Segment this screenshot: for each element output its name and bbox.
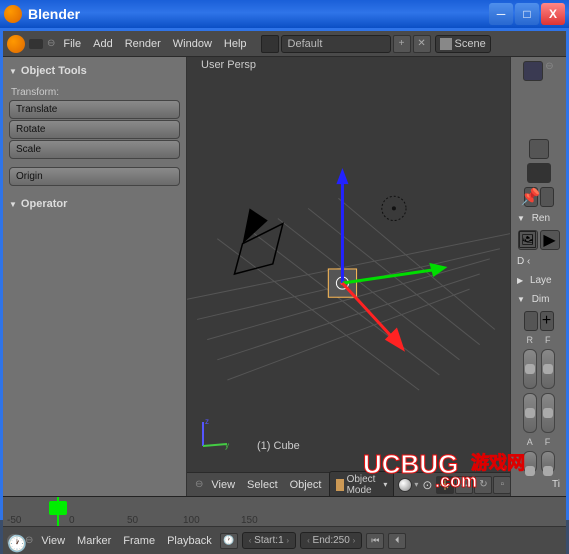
timeline-frame-menu[interactable]: Frame [119, 533, 159, 549]
aspect-x-slider[interactable] [523, 451, 537, 473]
blender-logo-icon [7, 35, 25, 53]
collapse-icon[interactable]: ⊖ [47, 38, 55, 49]
timeline-header: 🕐 ⊖ View Marker Frame Playback 🕐 ‹ Start… [3, 527, 566, 554]
object-tools-header[interactable]: Object Tools [7, 61, 182, 81]
outliner-icon[interactable] [523, 61, 543, 81]
fps-base-slider[interactable] [541, 393, 555, 433]
camera-wireframe [234, 208, 282, 274]
collapse-menu-icon[interactable]: ⊖ [195, 479, 203, 490]
manipulator-gizmo [336, 168, 447, 352]
svg-text:z: z [205, 417, 209, 426]
lamp-icon [382, 196, 406, 220]
start-slider[interactable] [541, 451, 555, 473]
render-tab-icon[interactable] [527, 163, 551, 183]
properties-editor-icon[interactable] [529, 139, 549, 159]
pivot-dropdown[interactable]: ⊙ [422, 478, 432, 492]
scene-name: Scene [455, 38, 486, 50]
menu-add[interactable]: Add [89, 36, 117, 52]
minimize-button[interactable]: ─ [489, 3, 513, 25]
timeline-collapse-icon[interactable]: ⊖ [25, 535, 33, 546]
tick: 150 [241, 515, 258, 526]
timeline-editor-icon[interactable]: 🕐 [7, 534, 21, 548]
framerange-label: F [545, 437, 551, 447]
scale-button[interactable]: Scale [9, 140, 180, 159]
window-titlebar: Blender ─ □ X [0, 0, 569, 28]
menu-window[interactable]: Window [169, 36, 216, 52]
menu-render[interactable]: Render [121, 36, 165, 52]
tick: -50 [7, 515, 21, 526]
viewport-grid [187, 57, 510, 441]
pin-icon[interactable]: 📌 [524, 187, 538, 207]
dimensions-panel-header[interactable]: Dim [513, 292, 564, 307]
tick: 50 [127, 515, 138, 526]
active-object-label: (1) Cube [257, 440, 300, 452]
view-menu[interactable]: View [207, 477, 239, 493]
tick: 0 [69, 515, 75, 526]
manipulator-translate[interactable]: ↔ [455, 476, 473, 494]
layers-panel-header[interactable]: Laye [513, 273, 564, 288]
shading-dropdown[interactable] [398, 478, 412, 492]
operator-header[interactable]: Operator [7, 194, 182, 214]
object-menu[interactable]: Object [286, 477, 326, 493]
3d-viewport[interactable]: User Persp z y (1) Cube ⊖ View Select Ob… [187, 57, 510, 496]
menu-help[interactable]: Help [220, 36, 251, 52]
frame-label: F [545, 335, 551, 345]
info-header: ⊖ File Add Render Window Help Default + … [3, 31, 566, 57]
jump-start-button[interactable]: ⏮ [366, 533, 384, 549]
timeline-ruler[interactable]: -50 0 50 100 150 [3, 497, 566, 527]
close-button[interactable]: X [541, 3, 565, 25]
aspect-label: A [527, 437, 533, 447]
screen-browse-button[interactable] [261, 35, 279, 53]
start-frame-field[interactable]: ‹ Start: 1 › [242, 532, 296, 549]
menu-file[interactable]: File [59, 36, 85, 52]
properties-panel: ⊖ 📌 Ren 🖼▶ D ‹ Laye Dim + R F A F Ti [510, 57, 566, 496]
svg-text:y: y [225, 441, 229, 450]
resolution-label: R [527, 335, 534, 345]
add-screen-button[interactable]: + [393, 35, 411, 53]
tick: 100 [183, 515, 200, 526]
timeline-marker-menu[interactable]: Marker [73, 533, 115, 549]
time-remap-label: Ti [513, 477, 564, 492]
manipulator-scale[interactable]: ▫ [493, 476, 510, 494]
timeline-view-menu[interactable]: View [37, 533, 69, 549]
render-anim-button[interactable]: ▶ [540, 230, 560, 250]
playhead[interactable] [57, 497, 59, 526]
translate-button[interactable]: Translate [9, 100, 180, 119]
app-icon [4, 5, 22, 23]
transform-label: Transform: [11, 87, 182, 98]
scene-icon [440, 38, 452, 50]
res-y-slider[interactable] [523, 393, 537, 433]
tool-shelf: Object Tools Transform: Translate Rotate… [3, 57, 187, 496]
end-frame-field[interactable]: ‹ End: 250 › [300, 532, 362, 549]
sync-dropdown[interactable]: 🕐 [220, 533, 238, 549]
screen-layout-dropdown[interactable]: Default [281, 35, 391, 53]
delete-screen-button[interactable]: ✕ [413, 35, 431, 53]
outliner-collapse-icon[interactable]: ⊖ [545, 61, 553, 81]
keyframe-prev-button[interactable]: ⏴ [388, 533, 406, 549]
res-x-slider[interactable] [523, 349, 537, 389]
editor-type-dropdown[interactable] [29, 39, 43, 49]
maximize-button[interactable]: □ [515, 3, 539, 25]
cube-icon [336, 479, 343, 491]
axis-mini-widget: z y [195, 414, 235, 454]
context-icon[interactable] [540, 187, 554, 207]
rotate-button[interactable]: Rotate [9, 120, 180, 139]
timeline-editor: -50 0 50 100 150 🕐 ⊖ View Marker Frame P… [3, 496, 566, 554]
render-panel-header[interactable]: Ren [513, 211, 564, 226]
preset-button[interactable] [524, 311, 538, 331]
fps-slider[interactable] [541, 349, 555, 389]
scene-dropdown[interactable]: Scene [435, 35, 491, 53]
display-label: D ‹ [513, 254, 564, 269]
viewport-view-label: User Persp [201, 59, 256, 71]
window-title: Blender [28, 6, 489, 22]
timeline-playback-menu[interactable]: Playback [163, 533, 216, 549]
origin-button[interactable]: Origin [9, 167, 180, 186]
manipulator-toggle[interactable] [436, 476, 454, 494]
select-menu[interactable]: Select [243, 477, 282, 493]
render-image-button[interactable]: 🖼 [518, 230, 538, 250]
add-preset-button[interactable]: + [540, 311, 554, 331]
mode-dropdown[interactable]: Object Mode ▾ [329, 471, 394, 497]
manipulator-rotate[interactable]: ↻ [474, 476, 492, 494]
viewport-header: ⊖ View Select Object Object Mode ▾ ▾ ⊙ ↔ [187, 472, 510, 496]
